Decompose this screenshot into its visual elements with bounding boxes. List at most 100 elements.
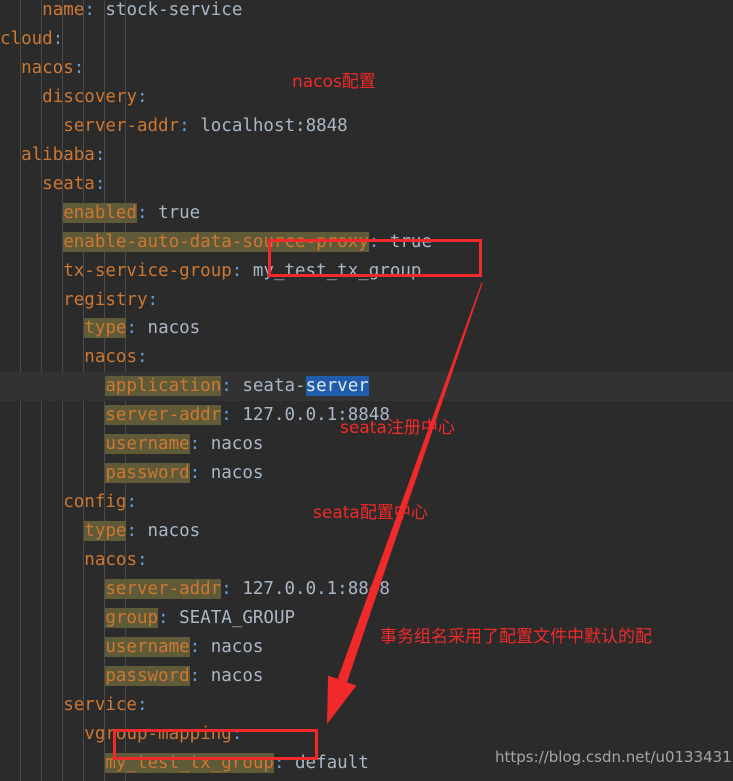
code-line[interactable]: server-addr: localhost:8848 [0,112,733,141]
code-line[interactable]: disable-global-transaction: false [0,778,733,781]
code-line[interactable]: registry: [0,286,733,315]
code-line[interactable]: name: stock-service [0,0,733,25]
yaml-colon: : [52,28,64,49]
yaml-value[interactable]: stock-service [95,0,242,20]
yaml-key[interactable]: nacos [21,58,74,78]
code-line[interactable]: nacos: [0,343,733,372]
yaml-value[interactable]: seata-server [232,376,369,397]
code-line[interactable]: password: nacos [0,459,733,488]
code-line[interactable]: cloud: [0,25,733,54]
yaml-value[interactable]: localhost:8848 [190,116,348,136]
code-line[interactable]: server-addr: 127.0.0.1:8848 [0,575,733,604]
yaml-value[interactable]: nacos [137,521,201,541]
yaml-value[interactable]: true [148,203,200,223]
yaml-key[interactable]: cloud [0,29,53,49]
yaml-key[interactable]: service [63,695,137,715]
code-line[interactable]: enabled: true [0,199,733,228]
yaml-key[interactable]: group [105,607,159,628]
code-line[interactable]: service: [0,691,733,720]
yaml-key[interactable]: type [84,521,127,542]
yaml-colon: : [189,434,201,455]
yaml-key[interactable]: server-addr [63,116,179,136]
yaml-key[interactable]: password [105,665,190,686]
yaml-key[interactable]: registry [63,290,147,310]
yaml-key[interactable]: application [105,376,222,397]
code-line[interactable]: password: nacos [0,662,733,691]
yaml-colon: : [189,665,201,686]
yaml-key[interactable]: server-addr [105,405,222,426]
yaml-colon: : [84,0,95,20]
yaml-value[interactable]: nacos [200,637,264,657]
yaml-colon: : [189,463,201,484]
yaml-key[interactable]: alibaba [21,145,95,165]
code-editor-area[interactable]: name: stock-service cloud: nacos: discove… [0,0,733,781]
yaml-colon: : [136,347,148,368]
yaml-key[interactable]: nacos [84,347,137,367]
yaml-key[interactable]: enabled [63,202,137,223]
text-selection[interactable]: server [305,376,369,397]
yaml-colon: : [73,57,85,78]
yaml-key[interactable]: nacos [84,550,137,570]
vgroup-mapping-key-box [113,729,318,760]
yaml-colon: : [179,115,190,136]
yaml-key[interactable]: type [84,318,127,339]
yaml-key[interactable]: config [63,492,126,512]
yaml-key[interactable]: username [105,434,190,455]
yaml-colon: : [136,694,148,715]
yaml-colon: : [158,607,169,628]
annotation-label-1: seata注册中心 [340,418,455,438]
yaml-colon: : [221,579,232,599]
yaml-value[interactable]: SEATA_GROUP [169,608,295,628]
tx-service-group-value-box [268,239,482,277]
yaml-colon: : [126,318,137,339]
yaml-value[interactable]: nacos [200,434,264,454]
yaml-key[interactable]: name [42,0,84,20]
yaml-key[interactable]: username [105,636,190,657]
yaml-key[interactable]: server-addr [105,579,222,599]
code-line[interactable]: application: seata-server [0,372,733,402]
yaml-colon: : [94,144,106,165]
annotation-label-2: seata配置中心 [313,503,428,523]
yaml-key[interactable]: password [105,463,190,484]
yaml-colon: : [136,86,148,107]
annotation-label-3: 事务组名采用了配置文件中默认的配 [380,627,652,647]
yaml-colon: : [189,636,201,657]
yaml-colon: : [231,260,243,281]
yaml-value[interactable]: 127.0.0.1:8848 [232,579,390,599]
yaml-key[interactable]: tx-service-group [63,261,232,281]
yaml-key[interactable]: discovery [42,87,137,107]
watermark: https://blog.csdn.net/u013343114 [495,748,733,766]
yaml-colon: : [126,492,137,513]
yaml-value[interactable]: nacos [200,666,264,686]
code-line[interactable]: seata: [0,170,733,199]
yaml-value[interactable]: nacos [137,318,201,338]
yaml-colon: : [136,550,148,571]
annotation-label-0: nacos配置 [292,72,376,92]
yaml-key[interactable]: seata [42,174,95,194]
code-line[interactable]: nacos: [0,546,733,575]
yaml-colon: : [136,202,148,223]
yaml-value[interactable]: nacos [200,463,264,483]
yaml-colon: : [221,405,232,426]
code-line[interactable]: vgroup-mapping: [0,720,733,749]
code-line[interactable]: alibaba: [0,141,733,170]
code-line[interactable]: type: nacos [0,314,733,343]
